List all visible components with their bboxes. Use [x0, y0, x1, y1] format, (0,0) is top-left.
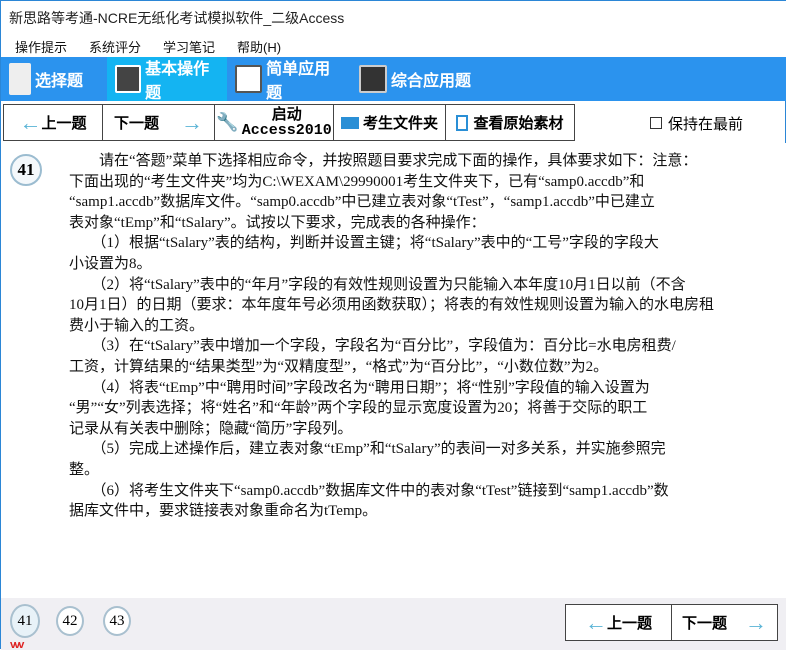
prev-question-button[interactable]: ← 上一题: [3, 104, 103, 141]
question-line: 记录从有关表中删除；隐藏“简历”字段列。: [69, 420, 353, 437]
question-line: 据库文件中，要求链接表对象重命名为tTemp。: [69, 503, 378, 520]
question-line: 工资，计算结果的“结果类型”为“双精度型”，“格式”为“百分比”，“小数位数”为…: [69, 358, 609, 375]
launch-access-button[interactable]: 🔧 启动 Access2010: [214, 104, 334, 141]
question-line: 下面出现的“考生文件夹”均为C:\WEXAM\29990001考生文件夹下，已有…: [69, 173, 645, 190]
menu-scoring[interactable]: 系统评分: [89, 37, 141, 57]
question-line: 整。: [69, 461, 100, 478]
footer-prev-button[interactable]: ← 上一题: [565, 604, 672, 641]
page-43-button[interactable]: 43: [103, 606, 131, 636]
question-line: 费小于输入的工资。: [69, 317, 205, 334]
question-type-tabs: 选择题 基本操作题 简单应用题 综合应用题: [1, 57, 786, 102]
window-icon: [235, 65, 263, 93]
question-line: 小设置为8。: [69, 255, 152, 272]
toolbar: ← 上一题 下一题 → 🔧 启动 Access2010 考生文件夹 查看原始素材 保持在…: [1, 104, 786, 142]
footer: 41 vvv 42 43 ← 上一题 下一题 →: [1, 598, 786, 651]
current-indicator-icon: vvv: [10, 639, 24, 651]
list-icon: [9, 63, 31, 95]
question-line: 请在“答题”菜单下选择相应命令，并按照题目要求完成下面的操作，具体要求如下：注意…: [69, 153, 698, 169]
tab-choice[interactable]: 选择题: [1, 57, 107, 101]
edit-icon: [115, 65, 142, 93]
menu-notes[interactable]: 学习笔记: [163, 37, 215, 57]
folder-icon: [340, 116, 359, 129]
window-title: 新思路等考通-NCRE无纸化考试模拟软件_二级Access: [1, 1, 786, 31]
question-line: （2）将“tSalary”表中的“年月”字段的有效性规则设置为只能输入本年度10…: [69, 276, 686, 293]
question-line: “samp1.accdb”数据库文件。“samp0.accdb”中已建立表对象“…: [69, 194, 655, 211]
document-icon: [456, 114, 469, 131]
question-number: 41: [10, 154, 42, 186]
arrow-right-icon: →: [745, 609, 767, 635]
keep-on-top-checkbox[interactable]: 保持在最前: [649, 104, 743, 142]
arrow-left-icon: ←: [584, 609, 607, 635]
menu-tips[interactable]: 操作提示: [15, 37, 67, 57]
question-line: 表对象“tEmp”和“tSalary”。试按以下要求，完成表的各种操作：: [69, 214, 486, 231]
exam-folder-button[interactable]: 考生文件夹: [333, 104, 446, 141]
tab-simple-application[interactable]: 简单应用题: [227, 57, 351, 102]
question-line: （4）将表“tEmp”中“聘用时间”字段改名为“聘用日期”；将“性别”字段值的输…: [69, 379, 650, 396]
page-42-button[interactable]: 42: [56, 606, 84, 636]
arrow-left-icon: ←: [19, 109, 42, 135]
view-material-button[interactable]: 查看原始素材: [445, 104, 575, 141]
next-question-button[interactable]: 下一题 →: [102, 104, 215, 141]
page-41-button[interactable]: 41: [10, 604, 40, 638]
question-line: （1）根据“tSalary”表的结构，判断并设置主键；将“tSalary”表中的…: [69, 235, 659, 252]
question-panel: 41 请在“答题”菜单下选择相应命令，并按照题目要求完成下面的操作，具体要求如下…: [1, 143, 786, 598]
footer-next-button[interactable]: 下一题 →: [671, 604, 778, 641]
question-line: （5）完成上述操作后，建立表对象“tEmp”和“tSalary”的表间一对多关系…: [69, 441, 666, 458]
question-line: （3）在“tSalary”表中增加一个字段，字段名为“百分比”，字段值为：百分比…: [69, 338, 676, 355]
tab-basic-operation[interactable]: 基本操作题: [107, 57, 227, 102]
question-text: 请在“答题”菜单下选择相应命令，并按照题目要求完成下面的操作，具体要求如下：注意…: [69, 151, 769, 522]
tab-comprehensive-application[interactable]: 综合应用题: [351, 57, 479, 101]
question-line: （6）将考生文件夹下“samp0.accdb”数据库文件中的表对象“tTest”…: [69, 482, 669, 499]
terminal-icon: [359, 65, 387, 93]
question-line: 10月1日）的日期（要求：本年度年号必须用函数获取）；将表的有效性规则设置为输入…: [69, 297, 715, 314]
wrench-icon: 🔧: [216, 112, 239, 132]
checkbox[interactable]: [649, 117, 662, 129]
menu-bar: 操作提示 系统评分 学习笔记 帮助(H): [1, 31, 786, 57]
question-line: “男”“女”列表选择；将“姓名”和“年龄”两个字段的显示宽度设置为20；将善于交…: [69, 400, 648, 417]
menu-help[interactable]: 帮助(H): [237, 37, 281, 57]
arrow-right-icon: →: [181, 109, 203, 135]
